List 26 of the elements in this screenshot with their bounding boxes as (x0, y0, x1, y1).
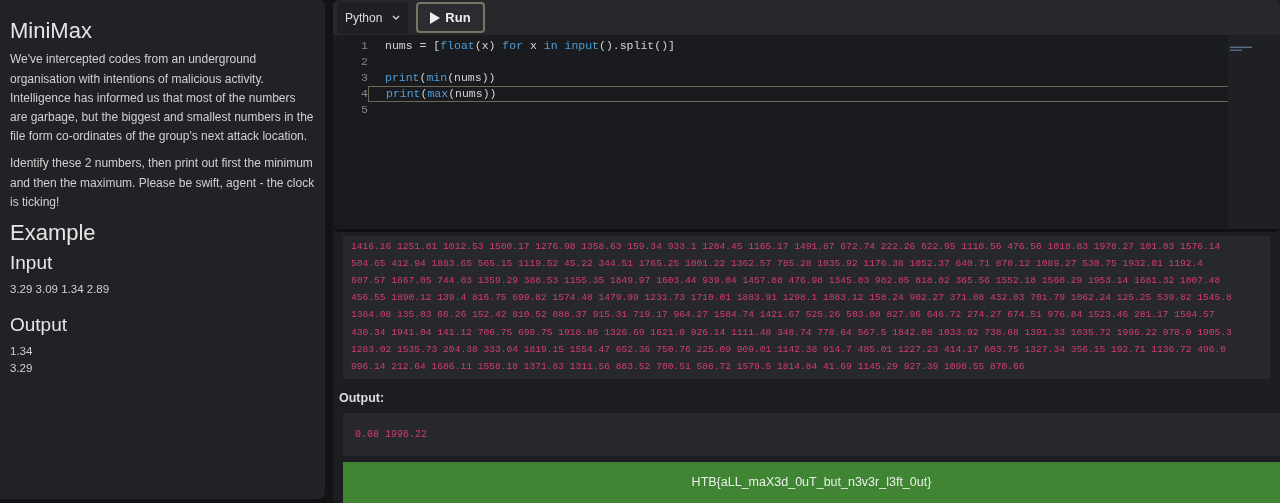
example-output-line: 3.29 (10, 361, 34, 377)
description-paragraph: Identify these 2 numbers, then print out first the minimum and then the maximum. Please be swift, agent - the clock is ticking! (10, 155, 315, 211)
chevron-icon (392, 14, 401, 21)
line-number: 4 (360, 86, 368, 102)
flag-banner: HTB{aLL_maX3d_0uT_but_n3v3r_l3ft_0ut} (343, 462, 1280, 503)
code-editor[interactable]: 1 nums = [float(x) for x in input().split()] 2 3 print(min(nums)) 4 print(max(nums)) 5 (333, 35, 1280, 229)
language-dropdown[interactable]: Python (337, 1, 409, 34)
example-input-values: 3.29 3.09 1.34 2.89 (10, 282, 111, 298)
input-heading: Input (10, 252, 54, 276)
line-number: 2 (360, 54, 368, 70)
example-output-line: 1.34 (10, 344, 34, 360)
line-number: 3 (360, 70, 368, 86)
line-number: 5 (360, 102, 368, 118)
description-paragraph: We've intercepted codes from an underground organisation with intentions of malicious activity. Intelligence has informed us that most of the numbers are garbage, but the biggest and smallest numbers in the file form co-ordinates of the group's next attack location. (10, 51, 315, 146)
output-label: Output: (338, 389, 386, 407)
run-button[interactable]: Run (416, 1, 485, 34)
output-text: 0.08 1996.22 (343, 413, 1280, 457)
code-line: print(min(nums)) (384, 70, 497, 86)
line-number: 1 (360, 38, 368, 54)
problem-title: MiniMax (10, 18, 93, 45)
play-icon (430, 11, 441, 24)
code-line: nums = [float(x) for x in input().split()] (384, 38, 676, 54)
output-heading: Output (10, 314, 69, 338)
input-data-panel: 1416.16 1251.81 1012.53 1500.17 1276.98 1358.63 159.34 933.1 1284.45 1165.17 1491.87 672.74 222.26 622.95 1110.56 476.56 1018.83 1978.27 101.03 1576.14 504.65 412.94 1883.65 565.15 1119.52 45.22 344.51 1765.25 1001.22 1362.57 785.28 1035.92 1176.38 1052.37 640.71 870.12 1089.27 530.75 1932.01 1192.4 607.57 1667.05 744.03 1359.29 388.53 1155.35 1849.97 1603.44 939.04 1457.88 476.98 1345.03 982.05 818.02 365.56 1552.18 1560.29 1953.14 1681.32 1007.48 456.55 1890.12 139.4 816.75 699.82 1574.48 1479.99 1231.73 1710.01 1883.91 1298.1 1083.12 158.24 902.27 371.08 432.03 701.79 1062.24 125.25 539.82 1545.8 1384.08 135.03 66.26 152.42 810.52 888.37 915.31 719.17 964.27 1584.74 1421.67 525.26 503.08 827.96 646.72 274.27 674.51 976.84 1523.46 281.17 1584.57 430.34 1941.04 141.12 706.75 698.75 1918.86 1326.69 1621.0 926.14 1111.48 348.74 778.64 567.5 1842.08 1033.92 738.68 1391.33 1035.72 1996.22 978.0 1905.3 1283.02 1535.73 204.38 333.04 1819.15 1554.47 652.36 750.76 225.09 909.01 1142.38 914.7 485.01 1227.23 414.17 603.75 1327.34 356.15 192.71 1136.72 496.0 996.14 212.64 1686.11 1558.18 1371.83 1311.56 883.52 700.51 586.72 1579.5 1814.84 41.69 1145.29 927.39 1098.55 870.66 (343, 235, 1270, 379)
code-line: print(max(nums)) (368, 86, 1228, 102)
example-heading: Example (10, 219, 97, 247)
